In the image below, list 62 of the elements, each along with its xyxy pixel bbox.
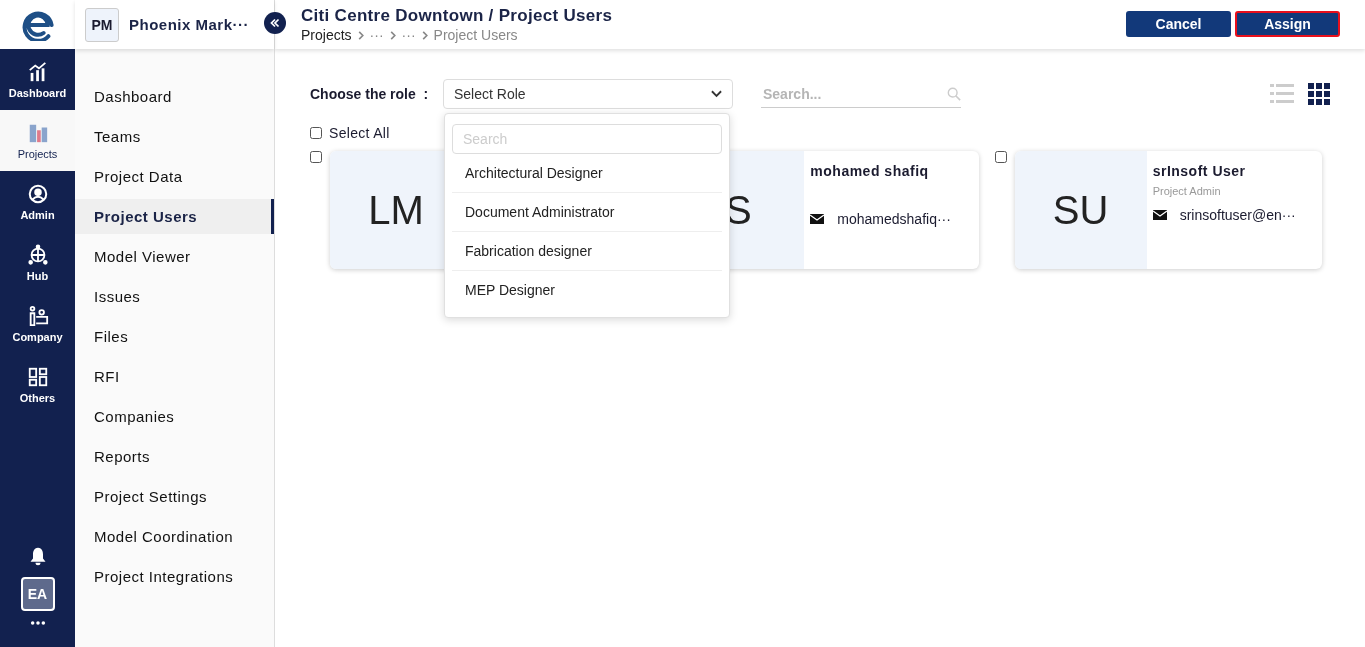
globe-icon — [26, 243, 49, 266]
menu-item[interactable]: Model Coordination — [75, 519, 274, 554]
menu-item[interactable]: Teams — [75, 119, 274, 154]
user-avatar[interactable]: EA — [20, 577, 55, 611]
user-checkbox[interactable] — [310, 151, 322, 163]
mail-icon — [810, 214, 825, 224]
menu-item[interactable]: Project Users — [75, 199, 274, 234]
menu-item[interactable]: Model Viewer — [75, 239, 274, 274]
search-field[interactable]: Search... — [761, 84, 947, 103]
double-chevron-icon — [268, 16, 282, 30]
breadcrumb-link[interactable]: Project Users — [433, 27, 518, 43]
chevron-icon — [357, 30, 364, 40]
assign-button[interactable]: Assign — [1235, 11, 1340, 37]
dropdown-option[interactable]: MEP Designer — [452, 271, 722, 309]
menu-item[interactable]: RFI — [75, 359, 274, 394]
dropdown-option[interactable]: Document Administrator — [452, 193, 722, 232]
user-card[interactable]: SU srInsoft User Project Admin srinsoftuser@en··· — [1014, 151, 1322, 269]
breadcrumb-link[interactable]: Projects — [301, 27, 352, 43]
menu-item[interactable]: Issues — [75, 279, 274, 314]
grid-view-icon[interactable] — [1308, 83, 1330, 105]
select-all-checkbox[interactable] — [310, 127, 322, 139]
rail-item[interactable]: Dashboard — [0, 49, 75, 110]
dropdown-option[interactable]: Fabrication designer — [452, 232, 722, 271]
user-email: srinsoftuser@en··· — [1179, 207, 1296, 223]
menu-item[interactable]: Files — [75, 319, 274, 354]
role-label: Choose the role : — [310, 86, 430, 102]
user-icon — [26, 182, 49, 205]
chevron-icon — [389, 30, 396, 40]
chart-icon — [26, 60, 49, 83]
project-name[interactable]: Phoenix Mark··· — [129, 16, 249, 33]
rail-item[interactable]: Company — [0, 293, 75, 354]
menu-item[interactable]: Project Settings — [75, 479, 274, 514]
cancel-button[interactable]: Cancel — [1126, 11, 1231, 37]
user-name: srInsoft User — [1152, 163, 1247, 179]
user-name: mohamed shafiq — [810, 163, 930, 179]
breadcrumb-link[interactable]: ··· — [369, 27, 384, 43]
user-email: mohamedshafiq··· — [837, 211, 951, 227]
menu-item[interactable]: Companies — [75, 399, 274, 434]
dropdown-option[interactable]: Architectural Designer — [452, 154, 722, 193]
chevron-icon — [421, 30, 428, 40]
menu-item[interactable]: Dashboard — [75, 79, 274, 114]
rail-item[interactable]: Hub — [0, 232, 75, 293]
page-title: Citi Centre Downtown / Project Users — [301, 6, 613, 26]
caret-icon — [711, 90, 722, 98]
user-role: Project Admin — [1152, 185, 1222, 197]
breadcrumb-link[interactable]: ··· — [401, 27, 416, 43]
menu-item[interactable]: Project Integrations — [75, 559, 274, 594]
user-checkbox[interactable] — [994, 151, 1007, 163]
user-initials: LM — [368, 187, 424, 233]
menu-item[interactable]: Project Data — [75, 159, 274, 194]
tiles-icon — [26, 365, 49, 388]
mail-icon — [1152, 210, 1167, 220]
more-icon[interactable] — [29, 621, 46, 625]
rail-item[interactable]: Others — [0, 354, 75, 415]
select-all-label: Select All — [329, 125, 390, 141]
rail-item[interactable]: Projects — [0, 110, 75, 171]
menu-item[interactable]: Reports — [75, 439, 274, 474]
user-initials: SU — [1052, 187, 1109, 233]
project-badge: PM — [85, 7, 119, 42]
collapse-button[interactable] — [264, 12, 286, 34]
role-dropdown[interactable]: Select Role — [443, 79, 733, 109]
rail-item[interactable]: Admin — [0, 171, 75, 232]
